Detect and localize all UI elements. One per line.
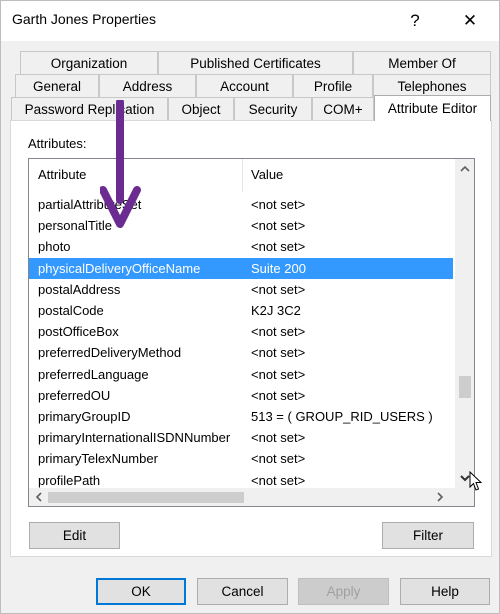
help-button[interactable]: Help <box>400 578 490 605</box>
attribute-value: 513 = ( GROUP_RID_USERS ) <box>251 409 433 425</box>
cancel-button[interactable]: Cancel <box>197 578 288 605</box>
attribute-row[interactable]: primaryTelexNumber <not set> <box>29 448 453 469</box>
horizontal-scrollbar[interactable] <box>29 488 456 506</box>
attribute-value: <not set> <box>251 387 306 403</box>
attribute-row[interactable]: photo <not set> <box>29 236 453 257</box>
attribute-name: primaryInternationalISDNNumber <box>38 430 231 446</box>
tab-published-certificates[interactable]: Published Certificates <box>158 51 353 74</box>
scroll-left-icon[interactable] <box>29 488 48 506</box>
attributes-label: Attributes: <box>28 136 87 151</box>
attribute-name: physicalDeliveryOfficeName <box>38 260 201 276</box>
attribute-value: K2J 3C2 <box>251 303 301 319</box>
attribute-row[interactable]: preferredDeliveryMethod <not set> <box>29 342 453 363</box>
tab-security[interactable]: Security <box>234 97 312 120</box>
close-window-button[interactable]: ✕ <box>447 1 493 41</box>
tab-account[interactable]: Account <box>196 74 293 97</box>
column-header: Attribute Value <box>29 159 456 192</box>
attribute-row[interactable]: primaryGroupID 513 = ( GROUP_RID_USERS ) <box>29 406 453 427</box>
column-attribute[interactable]: Attribute <box>38 167 86 182</box>
attribute-value: <not set> <box>251 472 306 488</box>
properties-dialog: Garth Jones Properties ? ✕ Organization … <box>0 0 500 614</box>
attribute-name: primaryTelexNumber <box>38 451 158 467</box>
ok-button[interactable]: OK <box>96 578 186 605</box>
vertical-scrollbar[interactable] <box>455 159 474 489</box>
attribute-row[interactable]: postalAddress <not set> <box>29 279 453 300</box>
attribute-value: <not set> <box>251 430 306 446</box>
tab-attribute-editor[interactable]: Attribute Editor <box>374 95 491 121</box>
apply-button[interactable]: Apply <box>298 578 389 605</box>
attribute-row[interactable]: partialAttributeSet <not set> <box>29 194 453 215</box>
help-title-button[interactable]: ? <box>392 1 438 41</box>
annotation-arrow-icon <box>100 100 141 228</box>
attribute-name: photo <box>38 239 71 255</box>
attribute-name: postalAddress <box>38 281 121 297</box>
tab-com-plus[interactable]: COM+ <box>312 97 374 120</box>
attribute-name: preferredOU <box>38 387 111 403</box>
tab-member-of[interactable]: Member Of <box>353 51 491 74</box>
attribute-value: <not set> <box>251 366 306 382</box>
attribute-value: <not set> <box>251 239 306 255</box>
tab-general[interactable]: General <box>15 74 99 97</box>
window-title: Garth Jones Properties <box>12 11 156 27</box>
attribute-name: preferredLanguage <box>38 366 149 382</box>
vertical-scroll-thumb[interactable] <box>459 376 471 398</box>
tab-object[interactable]: Object <box>168 97 234 120</box>
edit-button[interactable]: Edit <box>29 522 120 549</box>
column-divider[interactable] <box>242 159 243 192</box>
tab-organization[interactable]: Organization <box>20 51 158 74</box>
attribute-value: <not set> <box>251 197 306 213</box>
attribute-row[interactable]: postalCode K2J 3C2 <box>29 300 453 321</box>
tab-password-replication[interactable]: Password Replication <box>11 97 168 120</box>
attribute-value: <not set> <box>251 218 306 234</box>
attribute-value: Suite 200 <box>251 260 306 276</box>
attribute-value: <not set> <box>251 451 306 467</box>
filter-button[interactable]: Filter <box>382 522 474 549</box>
attribute-value: <not set> <box>251 324 306 340</box>
attribute-row[interactable]: preferredOU <not set> <box>29 385 453 406</box>
title-bar: Garth Jones Properties ? ✕ <box>1 1 499 41</box>
attribute-value: <not set> <box>251 281 306 297</box>
tab-profile[interactable]: Profile <box>293 74 373 97</box>
attribute-name: postalCode <box>38 303 104 319</box>
attributes-list[interactable]: Attribute Value partialAttributeSet <not … <box>28 158 475 507</box>
attribute-name: postOfficeBox <box>38 324 119 340</box>
mouse-cursor-icon <box>469 471 483 491</box>
scroll-right-icon[interactable] <box>431 488 450 506</box>
column-value[interactable]: Value <box>251 167 283 182</box>
attribute-row[interactable]: physicalDeliveryOfficeName Suite 200 <box>29 257 453 279</box>
attribute-row[interactable]: personalTitle <not set> <box>29 215 453 236</box>
scroll-up-icon[interactable] <box>455 159 474 177</box>
attribute-row[interactable]: postOfficeBox <not set> <box>29 321 453 342</box>
attribute-value: <not set> <box>251 345 306 361</box>
attribute-name: preferredDeliveryMethod <box>38 345 182 361</box>
tab-telephones[interactable]: Telephones <box>373 74 491 97</box>
attribute-name: profilePath <box>38 472 101 488</box>
tab-address[interactable]: Address <box>99 74 196 97</box>
attribute-row[interactable]: preferredLanguage <not set> <box>29 364 453 385</box>
horizontal-scroll-thumb[interactable] <box>48 492 244 503</box>
attribute-name: primaryGroupID <box>38 409 131 425</box>
attribute-row[interactable]: primaryInternationalISDNNumber <not set> <box>29 427 453 448</box>
